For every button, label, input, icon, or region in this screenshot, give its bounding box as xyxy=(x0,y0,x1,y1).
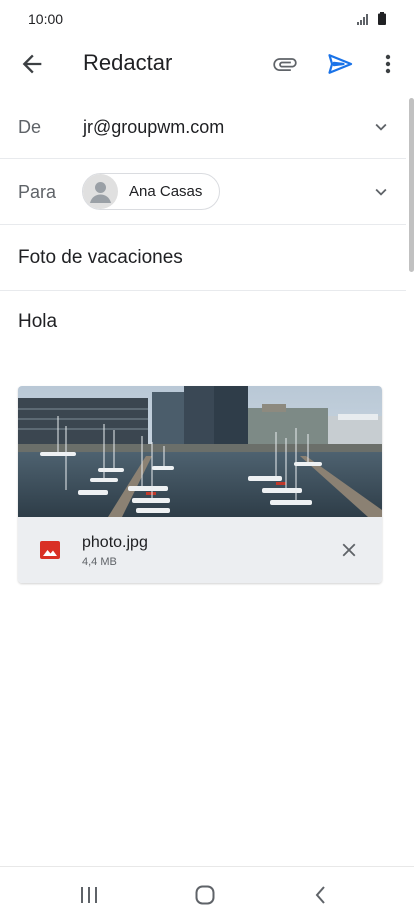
attachment-thumbnail[interactable] xyxy=(18,386,382,517)
body-text[interactable]: Hola xyxy=(18,311,57,333)
paperclip-icon[interactable] xyxy=(270,50,300,78)
person-icon xyxy=(90,182,111,203)
back-arrow-icon[interactable] xyxy=(18,50,46,78)
image-file-icon xyxy=(40,541,60,559)
page-title: Redactar xyxy=(83,50,173,75)
from-value[interactable]: jr@groupwm.com xyxy=(83,117,224,138)
attachment-size: 4,4 MB xyxy=(82,556,117,568)
attachment-card[interactable]: photo.jpg 4,4 MB xyxy=(18,386,382,583)
app-toolbar: Redactar xyxy=(0,38,414,88)
from-row[interactable]: De jr@groupwm.com xyxy=(0,94,406,159)
recent-apps-icon[interactable] xyxy=(77,883,101,907)
send-icon[interactable] xyxy=(326,50,354,78)
chevron-down-icon[interactable] xyxy=(370,181,392,203)
battery-icon xyxy=(378,12,386,25)
home-icon[interactable] xyxy=(193,883,217,907)
recipient-name: Ana Casas xyxy=(129,183,203,200)
status-icons xyxy=(357,12,386,25)
status-time: 10:00 xyxy=(28,11,64,27)
navigation-bar xyxy=(0,866,414,920)
recipient-chip[interactable]: Ana Casas xyxy=(82,173,220,210)
subject-field[interactable]: Foto de vacaciones xyxy=(18,247,183,269)
attachment-footer: photo.jpg 4,4 MB xyxy=(18,517,382,583)
back-icon[interactable] xyxy=(309,883,333,907)
chevron-down-icon[interactable] xyxy=(370,116,392,138)
signal-icon xyxy=(357,14,368,25)
avatar xyxy=(83,174,118,209)
close-icon[interactable] xyxy=(338,539,360,561)
subject-row[interactable]: Foto de vacaciones xyxy=(0,225,406,291)
more-vert-icon[interactable] xyxy=(378,50,398,78)
to-label: Para xyxy=(18,182,57,202)
from-label: De xyxy=(18,117,42,137)
status-bar: 10:00 xyxy=(0,0,414,38)
attachment-filename: photo.jpg xyxy=(82,534,148,551)
scrollbar[interactable] xyxy=(409,98,414,272)
to-row[interactable]: Para Ana Casas xyxy=(0,159,406,225)
